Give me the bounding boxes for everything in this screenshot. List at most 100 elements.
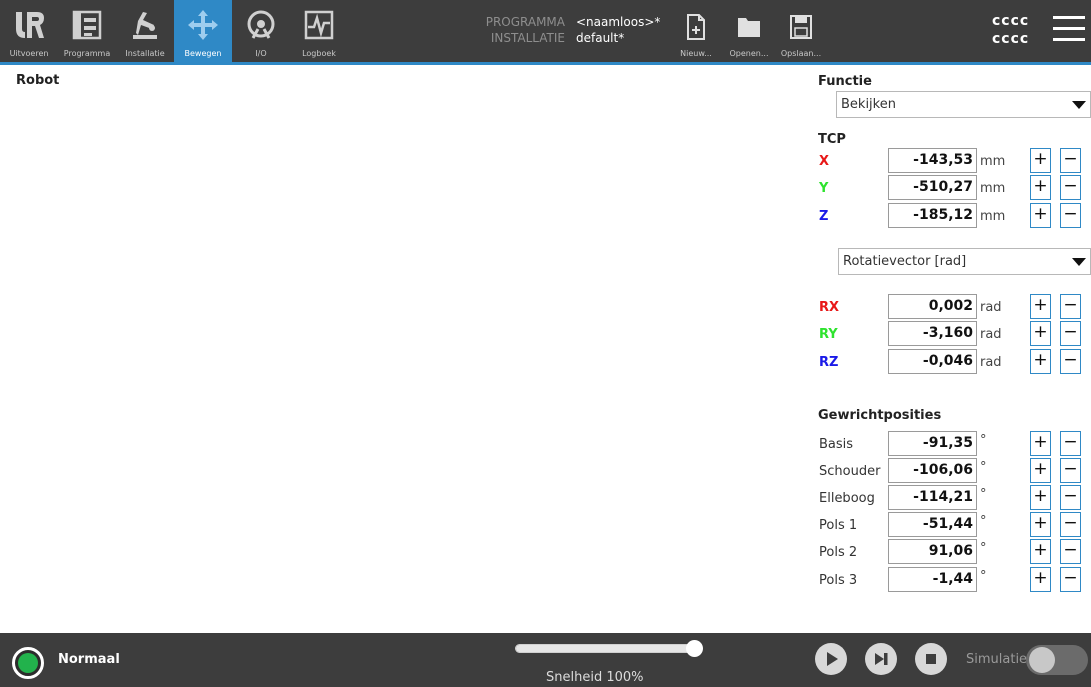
tcp-rx-label: RX bbox=[819, 300, 840, 315]
joint-pols3-label: Pols 3 bbox=[819, 573, 858, 588]
joint-schouder-plus-button[interactable]: + bbox=[1030, 458, 1051, 483]
nav-logboek[interactable]: Logboek bbox=[290, 0, 348, 62]
tcp-rx-plus-button[interactable]: + bbox=[1030, 294, 1051, 319]
robot-arm-icon bbox=[133, 12, 157, 39]
user-line-2: cccc bbox=[992, 31, 1030, 47]
joint-pols1-label: Pols 1 bbox=[819, 518, 858, 533]
top-bar: Uitvoeren Programma Installatie Bewegen bbox=[0, 0, 1091, 62]
tcp-x-minus-button[interactable]: − bbox=[1060, 148, 1081, 173]
program-name: <naamloos>* bbox=[576, 15, 661, 29]
tcp-y-unit: mm bbox=[980, 181, 1006, 196]
tcp-z-plus-button[interactable]: + bbox=[1030, 203, 1051, 228]
tcp-ry-value[interactable]: -3,160 bbox=[888, 321, 977, 346]
joint-elleboog-value[interactable]: -114,21 bbox=[888, 485, 977, 510]
tcp-y-value[interactable]: -510,27 bbox=[888, 175, 977, 200]
functie-selected: Bekijken bbox=[841, 97, 896, 112]
joint-pols2-plus-button[interactable]: + bbox=[1030, 539, 1051, 564]
joint-pols3-unit: ° bbox=[980, 569, 987, 584]
tcp-y-plus-button[interactable]: + bbox=[1030, 175, 1051, 200]
joint-pols2-minus-button[interactable]: − bbox=[1060, 539, 1081, 564]
tcp-rx-unit: rad bbox=[980, 300, 1002, 315]
io-icon bbox=[247, 10, 275, 39]
hamburger-menu-icon[interactable] bbox=[1053, 14, 1085, 44]
topbar-accent-line bbox=[0, 62, 1091, 65]
joint-pols1-plus-button[interactable]: + bbox=[1030, 512, 1051, 537]
joints-title: Gewrichtposities bbox=[818, 408, 942, 423]
program-icon bbox=[72, 10, 102, 40]
nav-io[interactable]: I/O bbox=[232, 0, 290, 62]
joint-basis-plus-button[interactable]: + bbox=[1030, 431, 1051, 456]
installation-key: INSTALLATIE bbox=[490, 31, 565, 45]
tcp-x-unit: mm bbox=[980, 154, 1006, 169]
rotation-mode-dropdown[interactable]: Rotatievector [rad] bbox=[838, 248, 1091, 275]
tcp-x-label: X bbox=[819, 154, 830, 169]
speed-slider-track[interactable] bbox=[515, 644, 695, 653]
functie-title: Functie bbox=[818, 74, 872, 89]
stop-button[interactable] bbox=[915, 643, 947, 675]
simulation-toggle[interactable] bbox=[1026, 645, 1088, 675]
tcp-ry-plus-button[interactable]: + bbox=[1030, 321, 1051, 346]
joint-pols3-value[interactable]: -1,44 bbox=[888, 567, 977, 592]
save-label: Opslaan... bbox=[780, 49, 822, 58]
save-button[interactable]: Opslaan... bbox=[776, 0, 826, 62]
joint-pols3-plus-button[interactable]: + bbox=[1030, 567, 1051, 592]
joint-pols3-minus-button[interactable]: − bbox=[1060, 567, 1081, 592]
joint-basis-value[interactable]: -91,35 bbox=[888, 431, 977, 456]
step-button[interactable] bbox=[865, 643, 897, 675]
simulation-label: Simulatie bbox=[966, 652, 1028, 667]
program-key: PROGRAMMA bbox=[485, 15, 565, 29]
joint-elleboog-unit: ° bbox=[980, 487, 987, 502]
tcp-y-minus-button[interactable]: − bbox=[1060, 175, 1081, 200]
save-icon bbox=[790, 15, 812, 39]
nav-label: Programma bbox=[63, 49, 111, 58]
play-button[interactable] bbox=[815, 643, 847, 675]
speed-slider-fill bbox=[516, 645, 694, 652]
log-icon bbox=[304, 10, 334, 40]
joint-pols1-minus-button[interactable]: − bbox=[1060, 512, 1081, 537]
nav-bewegen[interactable]: Bewegen bbox=[174, 0, 232, 62]
play-icon bbox=[827, 652, 838, 666]
tcp-rx-value[interactable]: 0,002 bbox=[888, 294, 977, 319]
nav-uitvoeren[interactable]: Uitvoeren bbox=[0, 0, 58, 62]
tcp-rz-minus-button[interactable]: − bbox=[1060, 349, 1081, 374]
joint-basis-unit: ° bbox=[980, 433, 987, 448]
joint-basis-minus-button[interactable]: − bbox=[1060, 431, 1081, 456]
nav-installatie[interactable]: Installatie bbox=[116, 0, 174, 62]
tcp-ry-minus-button[interactable]: − bbox=[1060, 321, 1081, 346]
tcp-ry-label: RY bbox=[819, 327, 838, 342]
rotation-mode-selected: Rotatievector [rad] bbox=[843, 254, 967, 269]
tcp-rx-minus-button[interactable]: − bbox=[1060, 294, 1081, 319]
tcp-rz-plus-button[interactable]: + bbox=[1030, 349, 1051, 374]
speed-slider-thumb[interactable] bbox=[686, 640, 703, 657]
tcp-x-plus-button[interactable]: + bbox=[1030, 148, 1051, 173]
nav-programma[interactable]: Programma bbox=[58, 0, 116, 62]
tcp-rz-label: RZ bbox=[819, 355, 839, 370]
chevron-down-icon bbox=[1072, 101, 1086, 109]
tcp-rz-value[interactable]: -0,046 bbox=[888, 349, 977, 374]
joint-schouder-value[interactable]: -106,06 bbox=[888, 458, 977, 483]
tcp-z-minus-button[interactable]: − bbox=[1060, 203, 1081, 228]
robot-status-icon[interactable] bbox=[12, 647, 44, 679]
robot-status-text: Normaal bbox=[58, 652, 120, 667]
joint-schouder-unit: ° bbox=[980, 460, 987, 475]
new-button[interactable]: Nieuw... bbox=[671, 0, 721, 62]
tcp-x-value[interactable]: -143,53 bbox=[888, 148, 977, 173]
joint-schouder-minus-button[interactable]: − bbox=[1060, 458, 1081, 483]
joint-elleboog-plus-button[interactable]: + bbox=[1030, 485, 1051, 510]
joint-elleboog-minus-button[interactable]: − bbox=[1060, 485, 1081, 510]
installation-name: default* bbox=[576, 31, 625, 45]
open-button[interactable]: Openen... bbox=[724, 0, 774, 62]
nav-label: Uitvoeren bbox=[9, 49, 49, 58]
tcp-z-value[interactable]: -185,12 bbox=[888, 203, 977, 228]
nav-label: Bewegen bbox=[184, 49, 222, 58]
ur-logo-icon bbox=[16, 12, 44, 38]
joint-pols2-value[interactable]: 91,06 bbox=[888, 539, 977, 564]
tcp-title: TCP bbox=[818, 132, 846, 147]
stop-icon bbox=[926, 654, 936, 664]
open-label: Openen... bbox=[729, 49, 769, 58]
tcp-y-label: Y bbox=[819, 181, 829, 196]
move-arrows-icon bbox=[188, 10, 218, 40]
functie-dropdown[interactable]: Bekijken bbox=[836, 91, 1091, 118]
joint-pols1-value[interactable]: -51,44 bbox=[888, 512, 977, 537]
step-icon bbox=[875, 653, 888, 665]
